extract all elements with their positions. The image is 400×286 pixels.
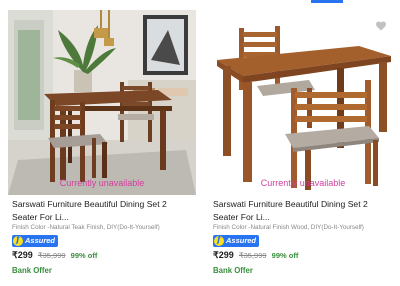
- availability-status: Currently unavailable: [59, 178, 145, 188]
- flipkart-assured-icon: f: [213, 235, 225, 247]
- bank-offer-label: Bank Offer: [213, 266, 253, 275]
- product-description: Finish Color -Natural Finish Wood, DIY(D…: [213, 224, 364, 231]
- discount-percent: 99% off: [70, 251, 98, 260]
- original-price: ₹35,999: [238, 251, 267, 260]
- product-title[interactable]: Sarswati Furniture Beautiful Dining Set …: [12, 198, 192, 223]
- product-image[interactable]: [8, 10, 196, 195]
- product-card[interactable]: Currently unavailable Sarswati Furniture…: [209, 0, 397, 286]
- price-row: ₹299 ₹35,999 99% off: [12, 250, 97, 261]
- selling-price: ₹299: [213, 250, 234, 260]
- product-description: Finish Color -Natural Teak Finish, DIY(D…: [12, 224, 160, 231]
- product-card[interactable]: Currently unavailable Sarswati Furniture…: [8, 0, 196, 286]
- original-price: ₹35,999: [37, 251, 66, 260]
- selling-price: ₹299: [12, 250, 33, 260]
- product-title[interactable]: Sarswati Furniture Beautiful Dining Set …: [213, 198, 393, 223]
- heart-icon[interactable]: [375, 20, 387, 32]
- flipkart-assured-icon: f: [12, 235, 24, 247]
- price-row: ₹299 ₹35,999 99% off: [213, 250, 298, 261]
- flipkart-assured-badge: f Assured: [213, 235, 259, 247]
- product-image[interactable]: [209, 10, 397, 195]
- flipkart-assured-badge: f Assured: [12, 235, 58, 247]
- assured-label: Assured: [25, 236, 56, 245]
- bank-offer-label: Bank Offer: [12, 266, 52, 275]
- discount-percent: 99% off: [271, 251, 299, 260]
- assured-label: Assured: [226, 236, 257, 245]
- availability-status: Currently unavailable: [260, 178, 346, 188]
